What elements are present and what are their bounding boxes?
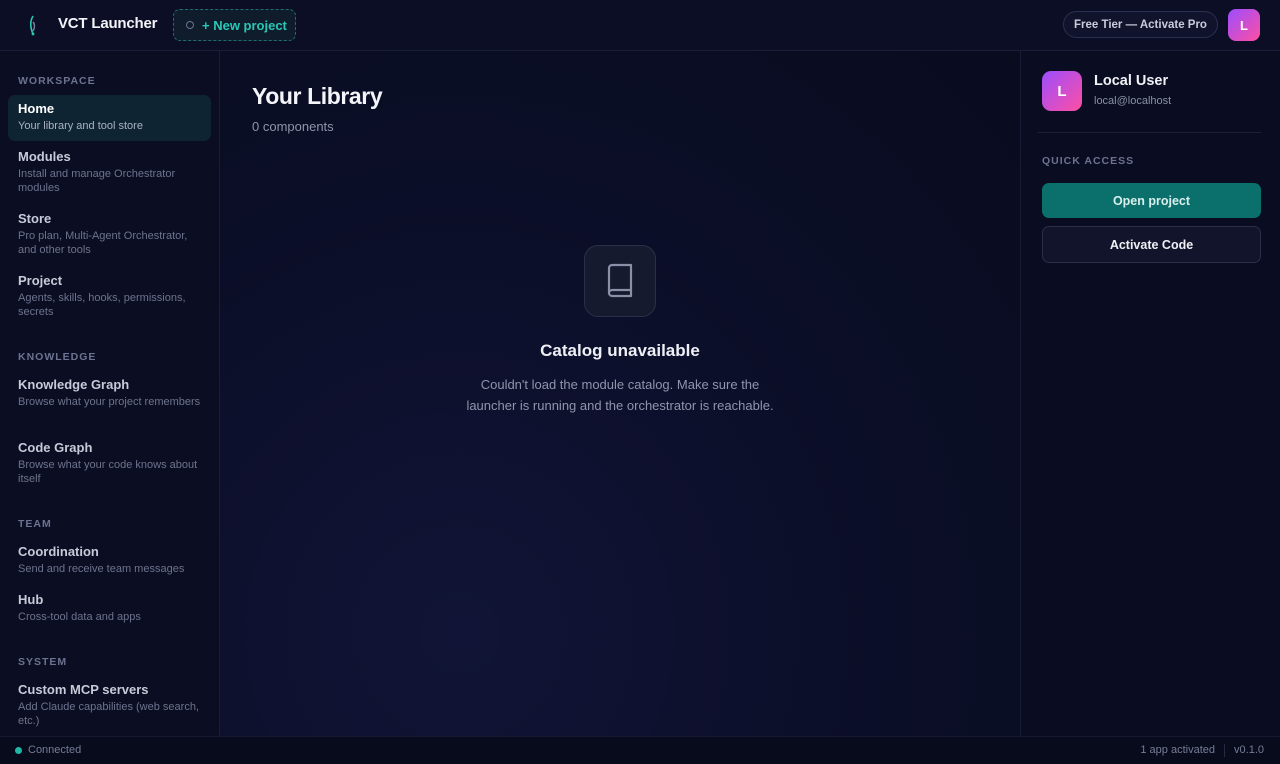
sidebar-item-label: Hub [18,592,44,607]
avatar[interactable]: L [1228,9,1260,41]
section-title-team: TEAM [18,518,52,530]
main-content: Your Library 0 components Catalog unavai… [220,51,1020,736]
sidebar-item-desc: Pro plan, Multi-Agent Orchestrator, and … [18,230,188,256]
section-title-knowledge: KNOWLEDGE [18,351,97,363]
sidebar-item-label: Project [18,273,63,288]
activate-pro-button[interactable]: Free Tier — Activate Pro [1063,11,1218,38]
sidebar-item-coordination[interactable]: Coordination Send and receive team messa… [8,538,211,582]
connection-status: Connected [28,744,82,756]
divider [1038,132,1261,133]
user-avatar: L [1042,71,1082,111]
sidebar-item-knowledge-graph[interactable]: Knowledge Graph Browse what your project… [8,371,211,415]
sidebar: WORKSPACE Home Your library and tool sto… [0,51,220,736]
book-icon [607,263,633,298]
user-email: local@localhost [1094,95,1172,107]
quick-access-title: QUICK ACCESS [1042,155,1135,167]
sidebar-item-label: Custom MCP servers [18,682,149,697]
top-bar: VCT Launcher + New project Free Tier — A… [0,0,1280,51]
status-bar: Connected 1 app activated v0.1.0 [0,736,1280,764]
sidebar-item-custom-mcp-servers[interactable]: Custom MCP servers Add Claude capabiliti… [8,676,211,734]
sidebar-item-project[interactable]: Project Agents, skills, hooks, permissio… [8,267,211,325]
component-count: 0 components [252,119,334,134]
sidebar-item-desc: Your library and tool store [18,120,143,132]
apps-activated-count: 1 app activated [1140,744,1215,756]
sidebar-item-desc: Agents, skills, hooks, permissions, secr… [18,292,186,318]
sidebar-item-desc: Send and receive team messages [18,563,185,575]
connection-status-icon [15,747,22,754]
app-title: VCT Launcher [58,15,158,32]
sidebar-item-desc: Browse what your project remembers [18,396,201,408]
sidebar-item-label: Modules [18,149,71,164]
new-project-label: + New project [202,17,287,33]
app-version: v0.1.0 [1234,744,1264,756]
sidebar-item-modules[interactable]: Modules Install and manage Orchestrator … [8,143,211,201]
logo-icon [29,15,36,36]
empty-state-message: Couldn't load the module catalog. Make s… [466,377,774,413]
user-name: Local User [1094,73,1169,89]
empty-state-icon-box [584,245,656,317]
sidebar-item-desc: Browse what your code knows about itself [18,459,198,485]
sidebar-item-desc: Add Claude capabilities (web search, etc… [18,701,199,727]
sidebar-item-label: Store [18,211,52,226]
status-separator [1224,744,1225,757]
right-panel: L Local User local@localhost QUICK ACCES… [1020,51,1280,736]
sidebar-item-home[interactable]: Home Your library and tool store [8,95,211,141]
sidebar-item-desc: Install and manage Orchestrator modules [18,168,176,194]
sidebar-item-store[interactable]: Store Pro plan, Multi-Agent Orchestrator… [8,205,211,263]
sidebar-item-hub[interactable]: Hub Cross-tool data and apps [8,586,211,630]
sidebar-item-code-graph[interactable]: Code Graph Browse what your code knows a… [8,434,211,492]
open-project-button[interactable]: Open project [1042,183,1261,218]
sidebar-item-desc: Cross-tool data and apps [18,611,141,623]
section-title-workspace: WORKSPACE [18,75,96,87]
activate-code-button[interactable]: Activate Code [1042,226,1261,263]
sidebar-item-label: Coordination [18,544,99,559]
section-title-system: SYSTEM [18,656,68,668]
circle-icon [186,21,194,29]
sidebar-item-label: Knowledge Graph [18,377,130,392]
sidebar-item-label: Code Graph [18,440,93,455]
empty-state-title: Catalog unavailable [540,341,700,360]
page-title: Your Library [252,83,383,109]
sidebar-item-label: Home [18,101,55,116]
app-window: VCT Launcher + New project Free Tier — A… [0,0,1280,764]
new-project-button[interactable]: + New project [173,9,296,41]
